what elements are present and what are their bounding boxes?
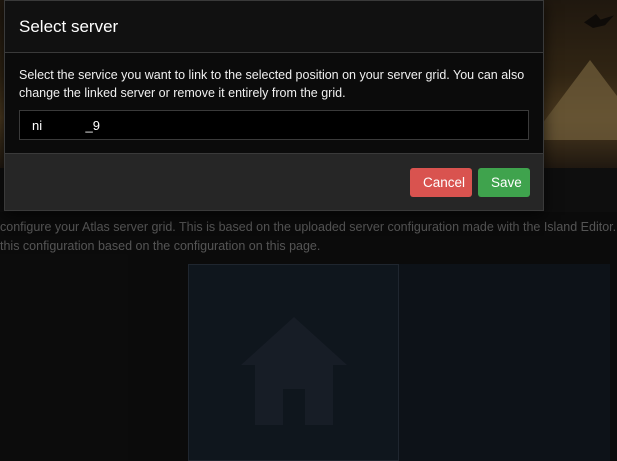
modal-header: Select server (5, 1, 543, 53)
save-button[interactable]: Save (478, 168, 530, 197)
server-select-input[interactable] (19, 110, 529, 140)
modal-description: Select the service you want to link to t… (19, 68, 525, 100)
cancel-button[interactable]: Cancel (410, 168, 472, 197)
modal-footer: Cancel Save (5, 154, 543, 211)
select-server-modal: Select server Select the service you wan… (4, 0, 544, 211)
modal-body: Select the service you want to link to t… (5, 53, 543, 154)
modal-title: Select server (19, 16, 119, 36)
